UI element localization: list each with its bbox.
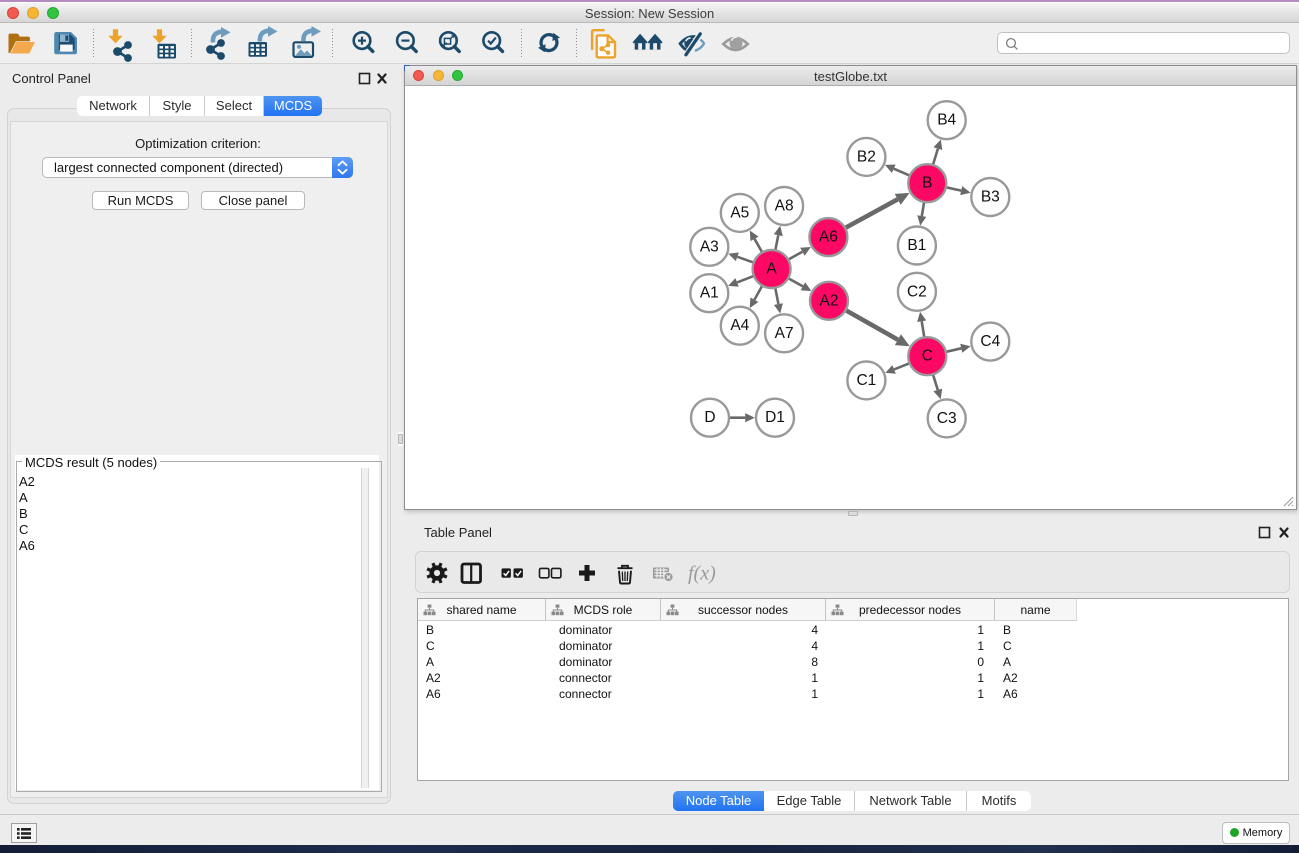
svg-text:C2: C2: [907, 283, 927, 300]
svg-text:f(x): f(x): [688, 563, 716, 585]
svg-text:A8: A8: [775, 198, 794, 215]
svg-text:B1: B1: [907, 237, 926, 254]
svg-text:A2: A2: [820, 292, 839, 309]
svg-text:A3: A3: [700, 238, 719, 255]
svg-text:A: A: [766, 261, 777, 278]
svg-text:C4: C4: [980, 333, 1000, 350]
svg-text:A7: A7: [775, 325, 794, 342]
svg-text:D: D: [704, 409, 715, 426]
svg-text:B4: B4: [937, 112, 956, 129]
svg-text:A1: A1: [700, 285, 719, 302]
svg-text:A5: A5: [730, 204, 749, 221]
svg-text:A6: A6: [819, 229, 838, 246]
svg-text:D1: D1: [765, 409, 785, 426]
svg-text:B: B: [922, 175, 932, 192]
svg-text:C3: C3: [937, 410, 957, 427]
svg-text:C: C: [922, 348, 933, 365]
svg-text:A4: A4: [730, 317, 749, 334]
svg-text:C1: C1: [856, 372, 876, 389]
svg-text:B3: B3: [981, 189, 1000, 206]
svg-text:B2: B2: [857, 148, 876, 165]
